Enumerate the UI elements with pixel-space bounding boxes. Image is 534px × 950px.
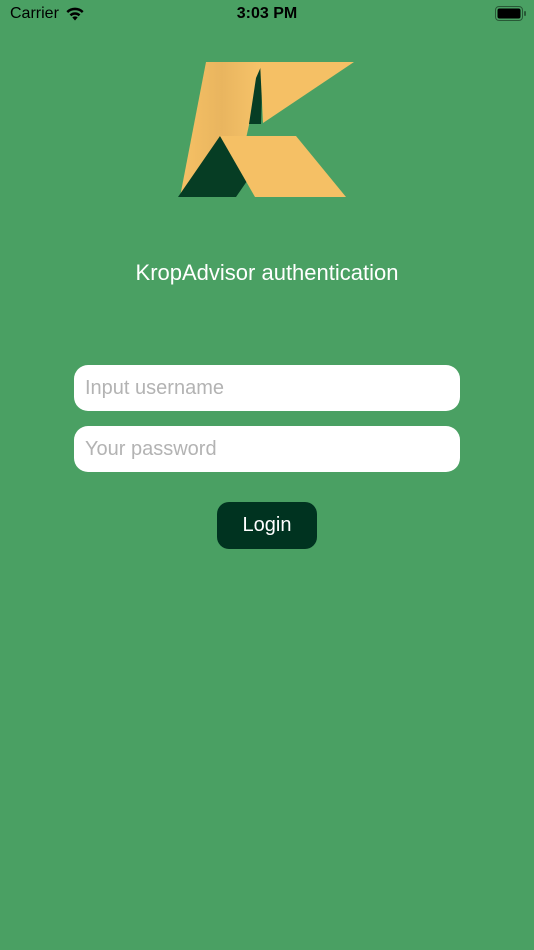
battery-icon	[495, 6, 526, 21]
username-input[interactable]	[74, 365, 460, 411]
krop-logo-icon	[178, 62, 354, 197]
password-input[interactable]	[74, 426, 460, 472]
app-title: KropAdvisor authentication	[135, 260, 399, 285]
login-button[interactable]: Login	[217, 502, 317, 549]
status-bar: Carrier 3:03 PM	[0, 0, 534, 28]
clock: 3:03 PM	[236, 5, 298, 22]
